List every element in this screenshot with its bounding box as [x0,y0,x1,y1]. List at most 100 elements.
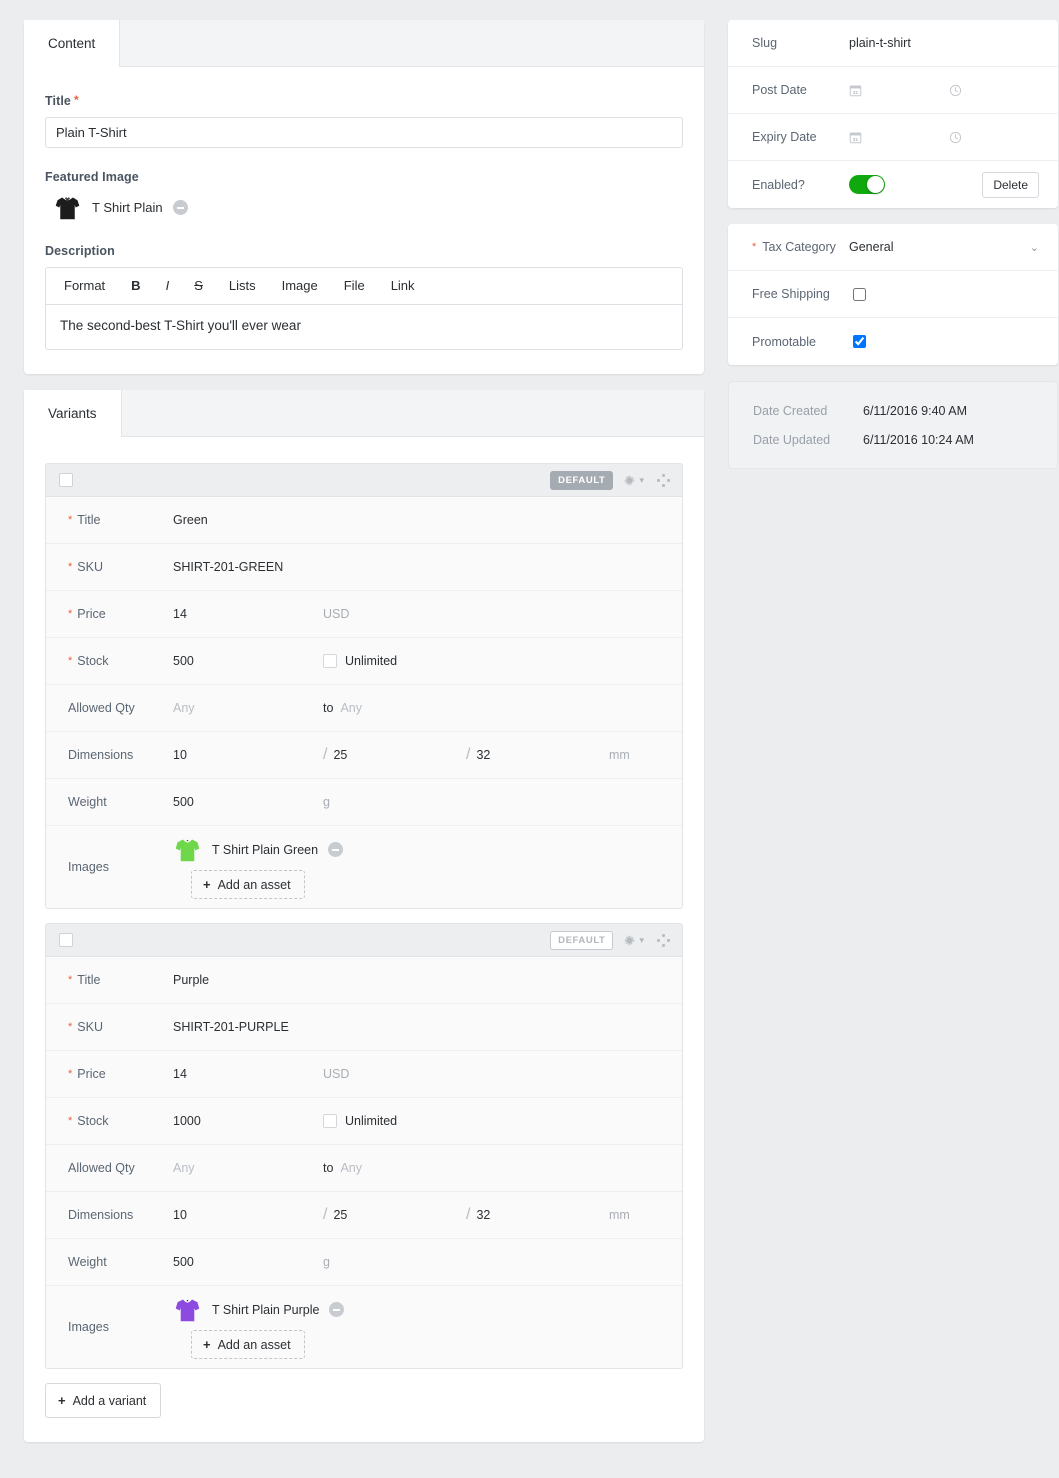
variant-weight-value[interactable]: 500 [173,795,323,809]
calendar-icon: 31 [849,85,862,96]
allowed-qty-max-input[interactable]: Any [340,701,362,715]
post-time-input[interactable] [949,84,962,97]
dimension-width-input[interactable]: 10 [173,748,323,762]
bold-button[interactable]: B [118,268,153,304]
variants-panel: Variants DEFAULT ▾ * Title Green * SKU S… [24,390,704,1442]
title-input[interactable] [45,117,683,148]
row-label-allowed-qty: Allowed Qty [68,1161,135,1175]
expiry-time-input[interactable] [949,131,962,144]
unlimited-checkbox[interactable] [323,1114,337,1128]
variant-weight-value[interactable]: 500 [173,1255,323,1269]
slug-value[interactable]: plain-t-shirt [849,36,911,50]
chevron-down-icon: ▾ [639,474,644,485]
variant-title-value[interactable]: Purple [173,973,209,987]
expiry-date-input[interactable]: 31 [849,131,949,144]
content-tabstrip: Content [24,20,704,67]
featured-image-asset-row: T Shirt Plain [45,193,683,222]
variant-row-sku: * SKU SHIRT-201-PURPLE [46,1004,682,1051]
move-handle-icon[interactable] [657,933,670,947]
free-shipping-checkbox[interactable] [853,287,866,301]
variant-sku-value[interactable]: SHIRT-201-PURPLE [173,1020,289,1034]
date-created-label: Date Created [753,403,828,418]
dimension-width-input[interactable]: 10 [173,1208,323,1222]
variant-sku-value[interactable]: SHIRT-201-GREEN [173,560,283,574]
variant-settings-menu[interactable]: ▾ [623,474,644,487]
unlimited-checkbox[interactable] [323,654,337,668]
allowed-qty-max-input[interactable]: Any [340,1161,362,1175]
remove-image-icon[interactable] [328,842,344,857]
tax-category-value: General [849,240,894,254]
variant-row-weight: Weight 500 g [46,779,682,826]
variant-header: DEFAULT ▾ [46,924,682,957]
image-button[interactable]: Image [269,268,331,304]
dimension-depth-input[interactable]: 32 [476,1208,490,1222]
variant-price-value[interactable]: 14 [173,607,323,621]
delete-button[interactable]: Delete [982,171,1039,198]
variant-stock-value[interactable]: 1000 [173,1114,323,1128]
variant-select-checkbox[interactable] [59,473,73,487]
title-field-label: Title * [45,93,683,108]
dimension-height-group: /25 [323,746,348,763]
tax-category-row[interactable]: * Tax Category General ⌄ [728,224,1058,271]
clock-icon [949,131,962,143]
chevron-down-icon: ▾ [639,934,644,945]
post-date-input[interactable]: 31 [849,84,949,97]
dimension-height-group: /25 [323,1206,348,1223]
add-asset-button[interactable]: + Add an asset [191,1330,305,1359]
entry-settings-panel: Slug plain-t-shirt Post Date 31 Expiry D… [728,20,1058,208]
row-label-price: * Price [68,1067,106,1081]
unlimited-label: Unlimited [345,1114,398,1128]
lists-button[interactable]: Lists [216,268,269,304]
weight-unit: g [323,1255,330,1269]
variant-stock-value[interactable]: 500 [173,654,323,668]
row-label-weight: Weight [68,795,107,809]
default-badge[interactable]: DEFAULT [550,470,614,490]
promotable-row: Promotable [728,318,1058,365]
variant-title-value[interactable]: Green [173,513,208,527]
strikethrough-button[interactable]: S [181,268,216,304]
minus-circle-icon[interactable] [172,200,188,215]
tab-variants[interactable]: Variants [24,390,122,437]
enabled-toggle[interactable] [849,175,885,194]
file-button[interactable]: File [331,268,378,304]
variant-card: DEFAULT ▾ * Title Purple * SKU SHIRT-201… [45,923,683,1369]
tab-content[interactable]: Content [24,20,121,67]
variants-tabstrip-filler [121,390,704,436]
format-button[interactable]: Format [51,268,118,304]
variant-settings-menu[interactable]: ▾ [623,934,644,947]
black-tshirt-thumbnail [55,197,80,220]
italic-button[interactable]: I [154,268,182,304]
row-label-weight: Weight [68,1255,107,1269]
variant-row-images: Images T Shirt Plain Green + Add an asse… [46,826,682,908]
variant-select-checkbox[interactable] [59,933,73,947]
dimension-depth-input[interactable]: 32 [476,748,490,762]
variant-image-stack: T Shirt Plain Green + Add an asset [173,835,365,899]
featured-image-label: Featured Image [45,170,139,184]
description-text-area[interactable]: The second-best T-Shirt you'll ever wear [46,305,682,349]
dimension-height-input[interactable]: 25 [333,748,347,762]
entry-meta-panel: Date Created 6/11/2016 9:40 AM Date Upda… [728,381,1058,469]
remove-image-icon[interactable] [329,1302,345,1317]
allowed-qty-min-input[interactable]: Any [173,1161,323,1175]
featured-image-name: T Shirt Plain [92,200,163,215]
row-label-allowed-qty: Allowed Qty [68,701,135,715]
move-handle-icon[interactable] [657,473,670,487]
expiry-date-label: Expiry Date [752,130,817,144]
add-asset-label: Add an asset [217,1337,291,1352]
link-button[interactable]: Link [378,268,428,304]
description-label: Description [45,244,115,258]
allowed-qty-min-input[interactable]: Any [173,701,323,715]
promotable-checkbox[interactable] [853,335,866,348]
variant-price-value[interactable]: 14 [173,1067,323,1081]
dimension-height-input[interactable]: 25 [333,1208,347,1222]
default-badge[interactable]: DEFAULT [550,930,614,950]
variant-row-sku: * SKU SHIRT-201-GREEN [46,544,682,591]
variant-row-images: Images T Shirt Plain Purple + Add an ass… [46,1286,682,1368]
add-variant-button[interactable]: + Add a variant [45,1383,162,1418]
variant-unlimited-group: Unlimited [323,654,397,668]
variant-price-currency: USD [323,1067,350,1081]
row-label-price: * Price [68,607,106,621]
add-asset-button[interactable]: + Add an asset [191,870,305,899]
commerce-settings-panel: * Tax Category General ⌄ Free Shipping Pr… [728,224,1058,365]
plus-icon: + [203,1337,211,1352]
